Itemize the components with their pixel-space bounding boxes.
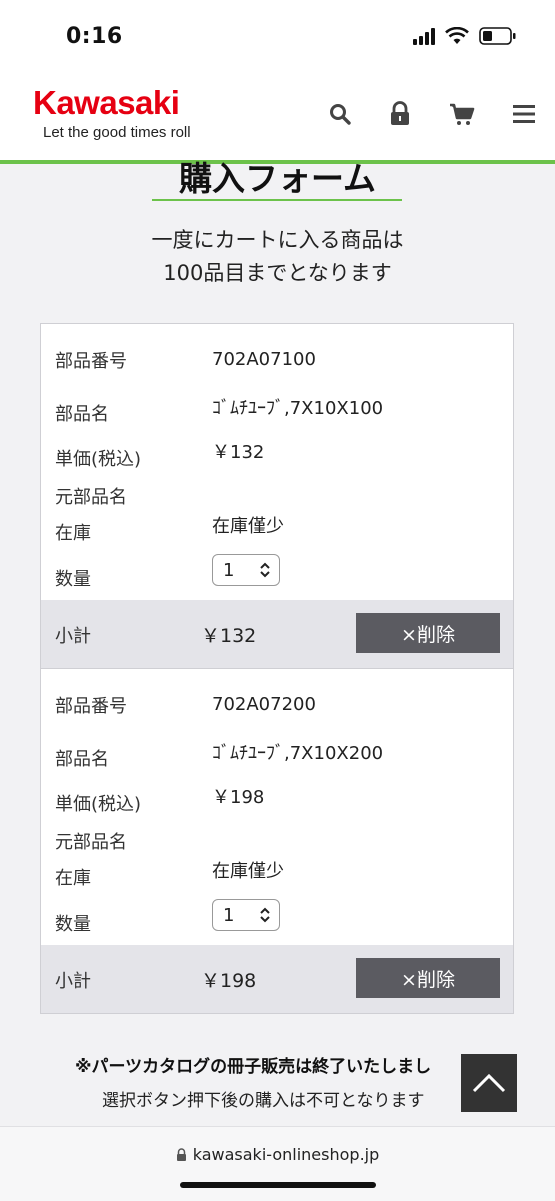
url-display[interactable]: kawasaki-onlineshop.jp — [0, 1145, 555, 1164]
catalog-notice: ※パーツカタログの冊子販売は終了いたしまし — [75, 1057, 432, 1077]
quantity-value: 1 — [223, 559, 235, 581]
quantity-label: 数量 — [55, 914, 91, 935]
status-bar: 0:16 — [0, 0, 555, 70]
part-name-label: 部品名 — [55, 749, 109, 770]
stock-label: 在庫 — [55, 868, 91, 889]
signal-icon — [413, 27, 435, 45]
cart-limit-notice: 一度にカートに入る商品は 100品目までとなります — [0, 224, 555, 290]
subtotal-row: 小計 ￥198 ×削除 — [41, 945, 513, 1013]
stock-value: 在庫僅少 — [212, 861, 284, 882]
stock-value: 在庫僅少 — [212, 516, 284, 537]
cart-icon[interactable] — [448, 100, 476, 128]
logo-tagline: Let the good times roll — [43, 124, 191, 141]
stock-label: 在庫 — [55, 523, 91, 544]
search-icon[interactable] — [326, 100, 354, 128]
quantity-select[interactable]: 1 — [212, 899, 280, 931]
title-underline — [152, 199, 402, 201]
unit-price-label: 単価(税込) — [55, 794, 142, 815]
cart-item: 部品番号 702A07200 部品名 ｺﾞﾑﾁﾕｰﾌﾞ,7X10X200 単価(… — [41, 668, 513, 1013]
part-number-value: 702A07100 — [212, 349, 316, 370]
unit-price-label: 単価(税込) — [55, 449, 142, 470]
kawasaki-logo[interactable]: Kawasaki — [33, 84, 180, 122]
battery-icon — [479, 27, 516, 45]
part-name-label: 部品名 — [55, 404, 109, 425]
status-icons — [413, 26, 517, 46]
unit-price-value: ￥132 — [212, 442, 265, 463]
page-title: 購入フォーム — [178, 159, 376, 198]
cart-item: 部品番号 702A07100 部品名 ｺﾞﾑﾁﾕｰﾌﾞ,7X10X100 単価(… — [41, 324, 513, 668]
chevron-up-icon — [472, 1073, 506, 1093]
subtotal-value: ￥132 — [201, 625, 257, 647]
part-number-label: 部品番号 — [55, 696, 127, 717]
back-to-top-button[interactable] — [461, 1054, 517, 1112]
home-indicator — [180, 1182, 376, 1188]
part-number-label: 部品番号 — [55, 351, 127, 372]
original-name-label: 元部品名 — [55, 487, 127, 508]
part-number-value: 702A07200 — [212, 694, 316, 715]
quantity-value: 1 — [223, 904, 235, 926]
part-name-value: ｺﾞﾑﾁﾕｰﾌﾞ,7X10X200 — [212, 743, 384, 764]
part-name-value: ｺﾞﾑﾁﾕｰﾌﾞ,7X10X100 — [212, 398, 384, 419]
lock-icon — [176, 1148, 186, 1161]
quantity-label: 数量 — [55, 569, 91, 590]
delete-button[interactable]: ×削除 — [356, 958, 500, 998]
browser-url-bar[interactable]: kawasaki-onlineshop.jp — [0, 1126, 555, 1201]
delete-button[interactable]: ×削除 — [356, 613, 500, 653]
catalog-notice-sub: 選択ボタン押下後の購入は不可となります — [102, 1091, 425, 1111]
subtotal-label: 小計 — [55, 971, 91, 992]
wifi-icon — [445, 27, 469, 44]
subtotal-value: ￥198 — [201, 970, 257, 992]
quantity-select[interactable]: 1 — [212, 554, 280, 586]
subtotal-label: 小計 — [55, 626, 91, 647]
menu-icon[interactable] — [510, 100, 538, 128]
notice-line-2: 100品目までとなります — [163, 261, 392, 285]
original-name-label: 元部品名 — [55, 832, 127, 853]
site-header: Kawasaki Let the good times roll — [0, 70, 555, 164]
status-time: 0:16 — [66, 24, 123, 49]
notice-line-1: 一度にカートに入る商品は — [151, 228, 404, 252]
stepper-chevrons-icon — [260, 562, 270, 578]
lock-icon[interactable] — [386, 100, 414, 128]
url-text: kawasaki-onlineshop.jp — [192, 1145, 380, 1164]
stepper-chevrons-icon — [260, 907, 270, 923]
unit-price-value: ￥198 — [212, 787, 265, 808]
cart-list: 部品番号 702A07100 部品名 ｺﾞﾑﾁﾕｰﾌﾞ,7X10X100 単価(… — [40, 323, 514, 1014]
subtotal-row: 小計 ￥132 ×削除 — [41, 600, 513, 668]
